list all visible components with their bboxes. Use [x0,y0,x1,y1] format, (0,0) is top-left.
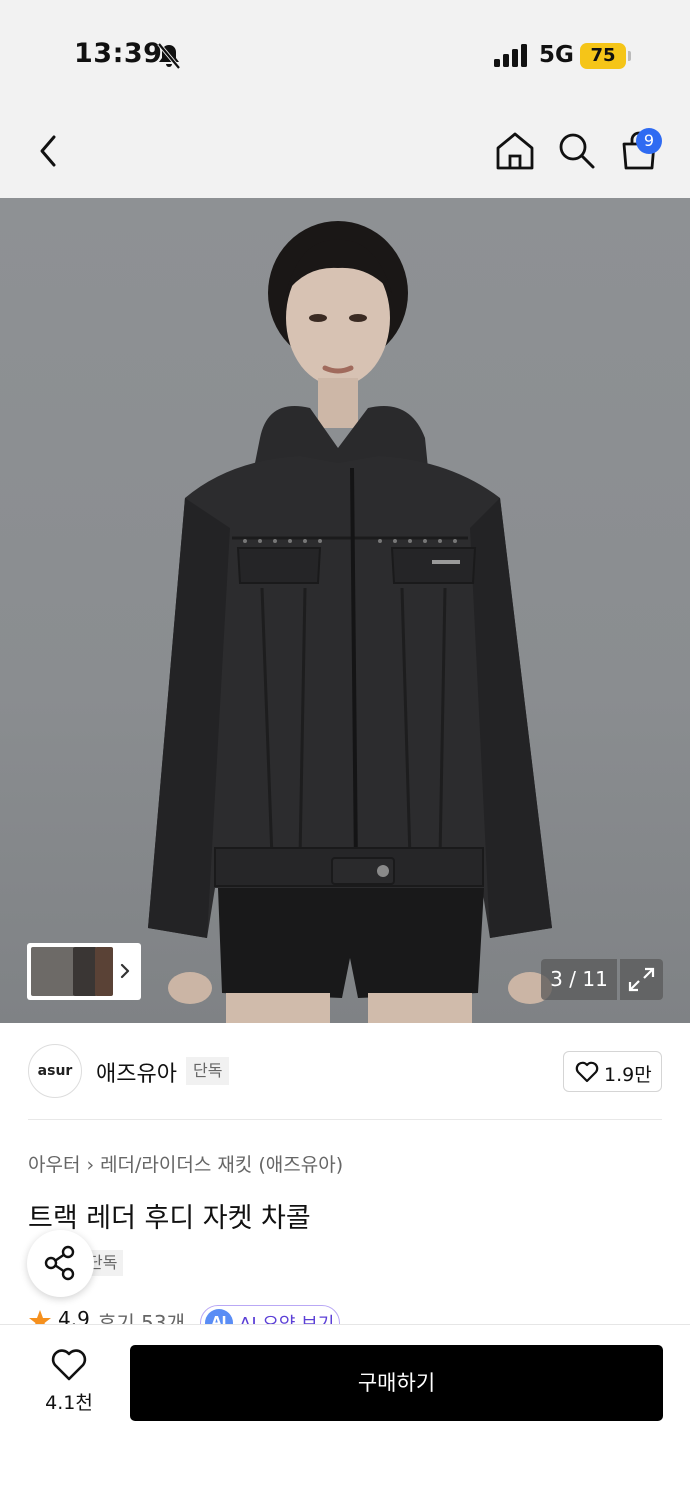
battery-icon: 75 [580,43,626,69]
back-icon[interactable] [34,131,64,171]
cart-count-badge: 9 [636,128,662,154]
ai-icon: AI [205,1309,233,1325]
brand-like-count: 1.9만 [604,1064,652,1086]
breadcrumb: 아우터 › 레더/라이더스 재킷 (애즈유아) [28,1150,343,1177]
app-header [0,100,690,198]
expand-icon[interactable] [620,959,663,1000]
brand-logo[interactable]: asur [28,1044,82,1098]
brand-name[interactable]: 애즈유아 [96,1056,177,1088]
buy-button[interactable]: 구매하기 [130,1345,663,1421]
ai-summary-label: AI 요약 보기 [239,1314,335,1325]
image-page-counter: 3 / 11 [541,959,617,1000]
wishlist-count: 4.1천 [45,1392,93,1414]
home-icon[interactable] [494,130,536,172]
brand-exclusive-tag: 단독 [186,1057,230,1085]
product-image[interactable] [0,198,690,1023]
bell-off-icon [157,42,181,70]
heart-icon [51,1349,87,1381]
chevron-right-icon[interactable] [118,961,132,981]
model-photo [148,221,552,1023]
divider [28,1119,662,1120]
share-button[interactable] [27,1230,94,1297]
battery-cap [628,51,631,61]
star-icon [29,1310,51,1325]
thumbnail-2[interactable] [73,947,97,996]
thumbnail-1[interactable] [31,947,75,996]
search-icon[interactable] [556,130,596,170]
breadcrumb-item[interactable]: 아우터 [28,1154,80,1176]
ai-summary-button[interactable]: AI AI 요약 보기 [200,1305,340,1325]
review-count[interactable]: 후기 53개 [98,1307,185,1325]
thumbnail-3[interactable] [95,947,113,996]
breadcrumb-item[interactable]: 레더/라이더스 재킷 (애즈유아) [100,1154,343,1176]
status-bar: 13:39 5G 75 [0,0,690,100]
heart-icon [575,1061,599,1083]
breadcrumb-separator: › [86,1154,95,1176]
status-time: 13:39 [74,38,163,69]
rating-row: 4.9 후기 53개 AI AI 요약 보기 [28,1305,428,1325]
brand-like-button[interactable]: 1.9만 [563,1051,662,1092]
rating-value: 4.9 [58,1307,90,1325]
signal-icon [494,44,527,67]
wishlist-button[interactable]: 4.1천 [34,1348,104,1418]
network-label: 5G [539,42,574,68]
share-icon [44,1245,75,1281]
